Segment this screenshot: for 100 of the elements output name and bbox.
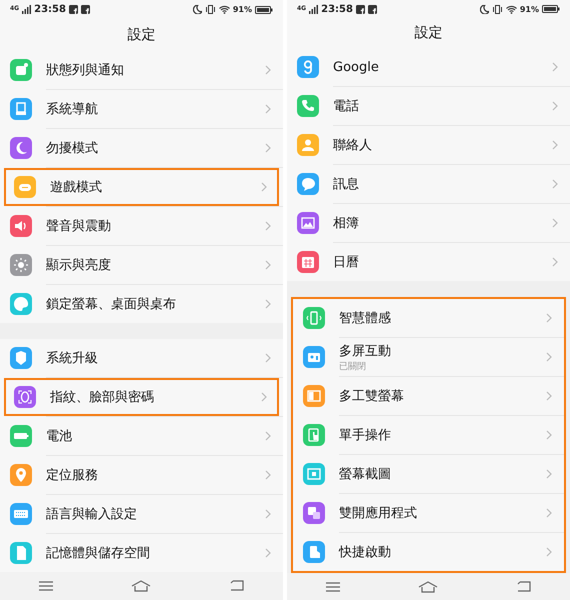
row-label: 相簿 [333, 215, 360, 232]
settings-row[interactable]: 記憶體與儲存空間 [0, 534, 283, 572]
vibrate-icon [204, 5, 216, 14]
row-label: 快捷啟動 [339, 544, 392, 562]
settings-row[interactable]: 訊息 [287, 165, 570, 204]
app-notification-icon [368, 4, 377, 14]
chevron-icon [552, 257, 558, 268]
row-label: 記憶體與儲存空間 [46, 544, 151, 562]
chevron-icon [552, 179, 558, 190]
row-label: 電池 [46, 428, 73, 445]
settings-row[interactable]: 快捷啟動 [293, 533, 564, 572]
row-label: 狀態列與通知 [46, 62, 125, 79]
row-label: 定位服務 [46, 466, 99, 484]
chevron-icon [552, 218, 558, 228]
chevron-icon [261, 182, 267, 192]
settings-row[interactable]: 系統升級 [0, 338, 283, 377]
back-icon[interactable] [516, 581, 531, 592]
chevron-icon [552, 62, 558, 72]
status-time: 23:58 [34, 4, 66, 16]
settings-row[interactable]: 雙開應用程式 [293, 494, 564, 532]
row-label: 顯示與亮度 [46, 256, 112, 274]
chevron-icon [265, 298, 271, 309]
app-notification-icon [356, 4, 365, 14]
settings-row[interactable]: Google [287, 48, 570, 86]
settings-row[interactable]: 電池 [0, 416, 283, 455]
settings-row[interactable]: 多工雙螢幕 [293, 377, 564, 416]
row-subtitle: 已關閉 [339, 360, 367, 373]
battery-percent: 91% [232, 5, 252, 14]
chevron-icon [265, 104, 271, 114]
chevron-icon [546, 430, 552, 440]
settings-row[interactable]: 系統導航 [0, 90, 283, 128]
row-label: 鎖定螢幕、桌面與桌布 [46, 296, 177, 313]
settings-row[interactable]: 鎖定螢幕、桌面與桌布 [0, 284, 283, 323]
row-label: 單手操作 [339, 427, 392, 444]
vibrate-icon [492, 4, 503, 14]
chevron-icon [265, 260, 271, 270]
app-notification-icon [68, 5, 78, 14]
settings-row[interactable]: 遊戲模式 [4, 168, 279, 206]
row-label: 系統升級 [46, 350, 99, 367]
menu-icon[interactable] [326, 582, 340, 592]
settings-row[interactable]: 相簿 [287, 204, 570, 242]
settings-row[interactable]: 勿擾模式 [0, 128, 283, 167]
app-notification-icon [80, 5, 90, 14]
row-label: 聲音與震動 [46, 218, 112, 235]
row-label: Google [333, 60, 380, 75]
row-label: 聯絡人 [333, 137, 373, 154]
settings-row[interactable]: 螢幕截圖 [293, 455, 564, 494]
settings-row[interactable]: 日曆 [287, 243, 570, 282]
chevron-icon [546, 508, 552, 518]
settings-row[interactable]: 多屏互動 已關閉 [293, 338, 564, 376]
menu-icon[interactable] [39, 580, 54, 591]
page-title: 設定 [414, 24, 442, 42]
chevron-icon [265, 352, 271, 363]
signal-icon [22, 5, 32, 14]
wifi-icon [506, 4, 517, 14]
settings-row[interactable]: 指紋、臉部與密碼 [4, 378, 279, 416]
row-label: 勿擾模式 [46, 140, 99, 157]
row-label: 雙開應用程式 [339, 505, 418, 522]
chevron-icon [265, 220, 271, 231]
row-label: 系統導航 [46, 100, 99, 118]
chevron-icon [546, 469, 552, 480]
chevron-icon [265, 142, 271, 153]
page-title: 設定 [128, 26, 156, 44]
settings-row[interactable]: 顯示與亮度 [0, 246, 283, 284]
row-label: 訊息 [333, 176, 360, 194]
chevron-icon [552, 140, 558, 150]
chevron-icon [546, 313, 552, 324]
settings-row[interactable]: 單手操作 [293, 416, 564, 454]
row-label: 智慧體感 [339, 310, 392, 328]
wifi-icon [218, 5, 230, 14]
row-label: 語言與輸入設定 [46, 506, 138, 523]
settings-row[interactable]: 定位服務 [0, 456, 283, 494]
back-icon[interactable] [230, 580, 244, 592]
battery-icon [542, 5, 560, 14]
battery-percent: 91% [520, 4, 539, 14]
chevron-icon [546, 391, 552, 402]
chevron-icon [546, 352, 552, 362]
chevron-icon [265, 430, 271, 441]
row-label: 多屏互動 [339, 342, 392, 360]
chevron-icon [265, 548, 271, 558]
chevron-icon [261, 392, 267, 402]
settings-row[interactable]: 電話 [287, 87, 570, 126]
battery-icon [255, 6, 273, 14]
settings-row[interactable]: 語言與輸入設定 [0, 494, 283, 533]
chevron-icon [546, 547, 552, 558]
chevron-icon [265, 508, 271, 519]
moon-icon [480, 4, 489, 14]
status-time: 23:58 [321, 4, 353, 15]
chevron-icon [265, 64, 271, 75]
row-label: 電話 [333, 98, 360, 116]
row-label: 螢幕截圖 [339, 466, 392, 484]
home-icon[interactable] [131, 580, 152, 592]
settings-row[interactable]: 聯絡人 [287, 126, 570, 164]
row-label: 遊戲模式 [50, 178, 103, 196]
moon-icon [192, 5, 202, 14]
home-icon[interactable] [418, 580, 438, 593]
settings-row[interactable]: 智慧體感 [293, 299, 564, 338]
settings-row[interactable]: 狀態列與通知 [0, 50, 283, 89]
chevron-icon [265, 470, 271, 480]
settings-row[interactable]: 聲音與震動 [0, 206, 283, 245]
